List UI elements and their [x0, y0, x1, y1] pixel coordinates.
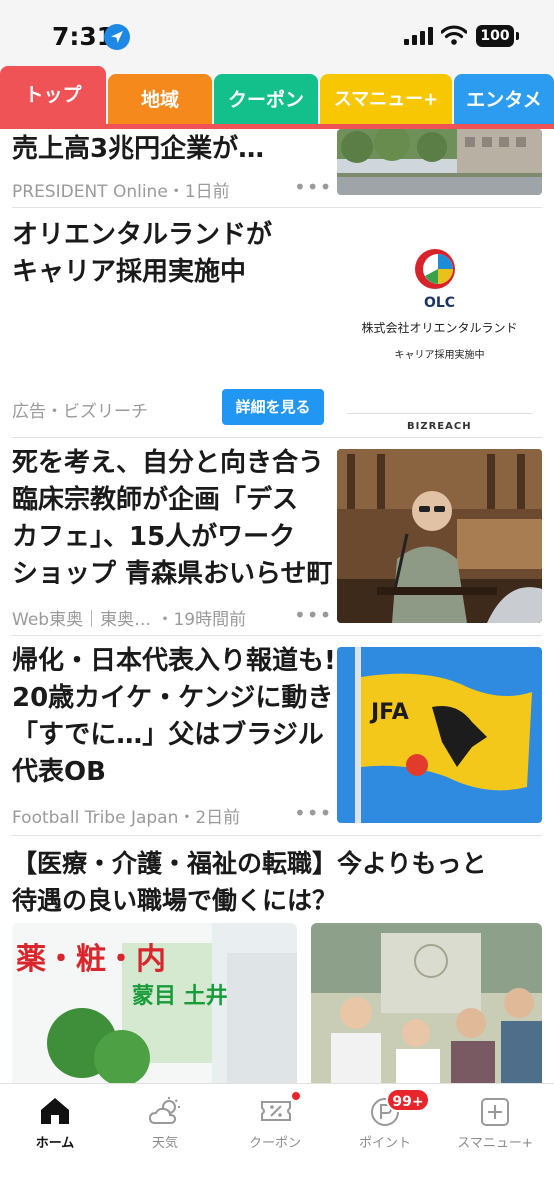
cellular-signal-icon — [404, 27, 433, 45]
article-title-line-3: カフェ」、15人がワーク — [12, 522, 296, 552]
weather-icon — [149, 1097, 180, 1124]
pharmacy-sign-text-2: 蒙目 土井 — [132, 984, 228, 1009]
pharmacy-sign-text: 薬・粧・内 — [16, 942, 166, 977]
article-source: Web東奥｜東奥… ・19時間前 — [12, 610, 247, 630]
battery-icon: 100 — [476, 25, 519, 47]
nav-coupon[interactable]: クーポン — [220, 1084, 330, 1164]
ad-recruit: キャリア採用実施中 — [394, 350, 485, 361]
nav-home[interactable]: ホーム — [0, 1084, 110, 1164]
article-title-line-2: 臨床宗教師が企画「デス — [12, 485, 299, 515]
wifi-icon — [441, 25, 467, 45]
article-title-line-2: 待遇の良い職場で働くには？ — [12, 886, 338, 915]
points-badge: 99+ — [386, 1088, 430, 1112]
tab-top[interactable]: トップ — [0, 66, 106, 128]
article-card[interactable]: 売上高3兆円企業が… PRESIDENT Online・1日前 ••• — [12, 129, 542, 205]
nav-points-label: ポイント — [358, 1136, 411, 1151]
more-options-icon[interactable]: ••• — [294, 175, 332, 199]
article-card[interactable]: 帰化・日本代表入り報道も! 20歳カイケ・ケンジに動き! 「すでに…」父はブラジ… — [12, 637, 542, 835]
tab-entertainment[interactable]: エンタメ — [454, 74, 554, 126]
divider — [12, 635, 542, 636]
article-card[interactable]: 【医療・介護・福祉の転職】今よりもっと 待遇の良い職場で働くには？ 薬・粧・内 … — [12, 837, 542, 1083]
article-thumbnail — [337, 129, 542, 195]
nav-coupon-label: クーポン — [248, 1136, 301, 1151]
tab-coupon[interactable]: クーポン — [214, 74, 318, 126]
location-arrow-icon — [104, 24, 130, 50]
home-icon — [41, 1098, 69, 1124]
article-title-line-1: 【医療・介護・福祉の転職】今よりもっと — [12, 849, 487, 878]
nav-smartnews-plus[interactable]: スマニュー+ — [440, 1084, 550, 1164]
article-thumbnail — [337, 449, 542, 623]
nav-weather-label: 天気 — [151, 1136, 178, 1151]
article-source: PRESIDENT Online・1日前 — [12, 182, 230, 202]
ad-brand: BIZREACH — [407, 421, 472, 432]
article-image-left: 薬・粧・内 蒙目 土井 — [12, 923, 297, 1083]
article-source: Football Tribe Japan・2日前 — [12, 808, 241, 828]
bottom-navigation: ホーム 天気 クーポン ポイント 99+ スマニュー+ — [0, 1083, 554, 1200]
status-bar: 7:31 100 — [0, 0, 554, 66]
category-tab-bar: トップ 地域 クーポン スマニュー+ エンタメ — [0, 66, 554, 128]
divider — [12, 835, 542, 836]
ad-details-button[interactable]: 詳細を見る — [222, 389, 324, 425]
article-card[interactable]: 死を考え、自分と向き合う 臨床宗教師が企画「デス カフェ」、15人がワーク ショ… — [12, 439, 542, 635]
divider — [12, 207, 542, 208]
article-title-line-3: 「すでに…」父はブラジル — [12, 720, 324, 750]
coupon-icon — [261, 1101, 291, 1121]
divider — [12, 437, 542, 438]
ad-title-line-1: オリエンタルランドが — [12, 220, 273, 250]
article-title-line-2: 20歳カイケ・ケンジに動き! — [12, 683, 346, 713]
article-title: 売上高3兆円企業が… — [12, 134, 265, 164]
article-image-right — [311, 923, 542, 1083]
news-feed[interactable]: 売上高3兆円企業が… PRESIDENT Online・1日前 ••• オリエン… — [0, 129, 554, 1083]
more-options-icon[interactable]: ••• — [294, 603, 332, 627]
nav-smartnews-plus-label: スマニュー+ — [457, 1136, 533, 1151]
ad-card[interactable]: オリエンタルランドが キャリア採用実施中 広告・ビズリーチ 詳細を見る OLC … — [12, 209, 542, 437]
ad-image: OLC 株式会社オリエンタルランド キャリア採用実施中 BIZREACH — [337, 223, 542, 433]
nav-weather[interactable]: 天気 — [110, 1084, 220, 1164]
tab-region[interactable]: 地域 — [108, 74, 212, 126]
coupon-notification-dot — [292, 1092, 300, 1100]
ad-title-line-2: キャリア採用実施中 — [12, 257, 247, 287]
more-options-icon[interactable]: ••• — [294, 801, 332, 825]
tab-smartnews-plus[interactable]: スマニュー+ — [320, 74, 452, 126]
jfa-flag-text: JFA — [369, 700, 409, 725]
article-title-line-1: 帰化・日本代表入り報道も! — [12, 646, 336, 676]
nav-home-label: ホーム — [35, 1136, 75, 1151]
article-title-line-1: 死を考え、自分と向き合う — [12, 448, 325, 478]
article-thumbnail: JFA — [337, 647, 542, 823]
article-title-line-4: ショップ 青森県おいらせ町 — [12, 559, 333, 589]
ad-company: 株式会社オリエンタルランド — [361, 321, 518, 335]
olc-text: OLC — [423, 295, 456, 311]
ad-label: 広告・ビズリーチ — [12, 402, 148, 422]
plus-square-icon — [481, 1098, 509, 1126]
ad-brand-divider — [347, 413, 532, 414]
olc-logo-icon — [415, 249, 455, 289]
article-title-line-4: 代表OB — [12, 757, 106, 787]
